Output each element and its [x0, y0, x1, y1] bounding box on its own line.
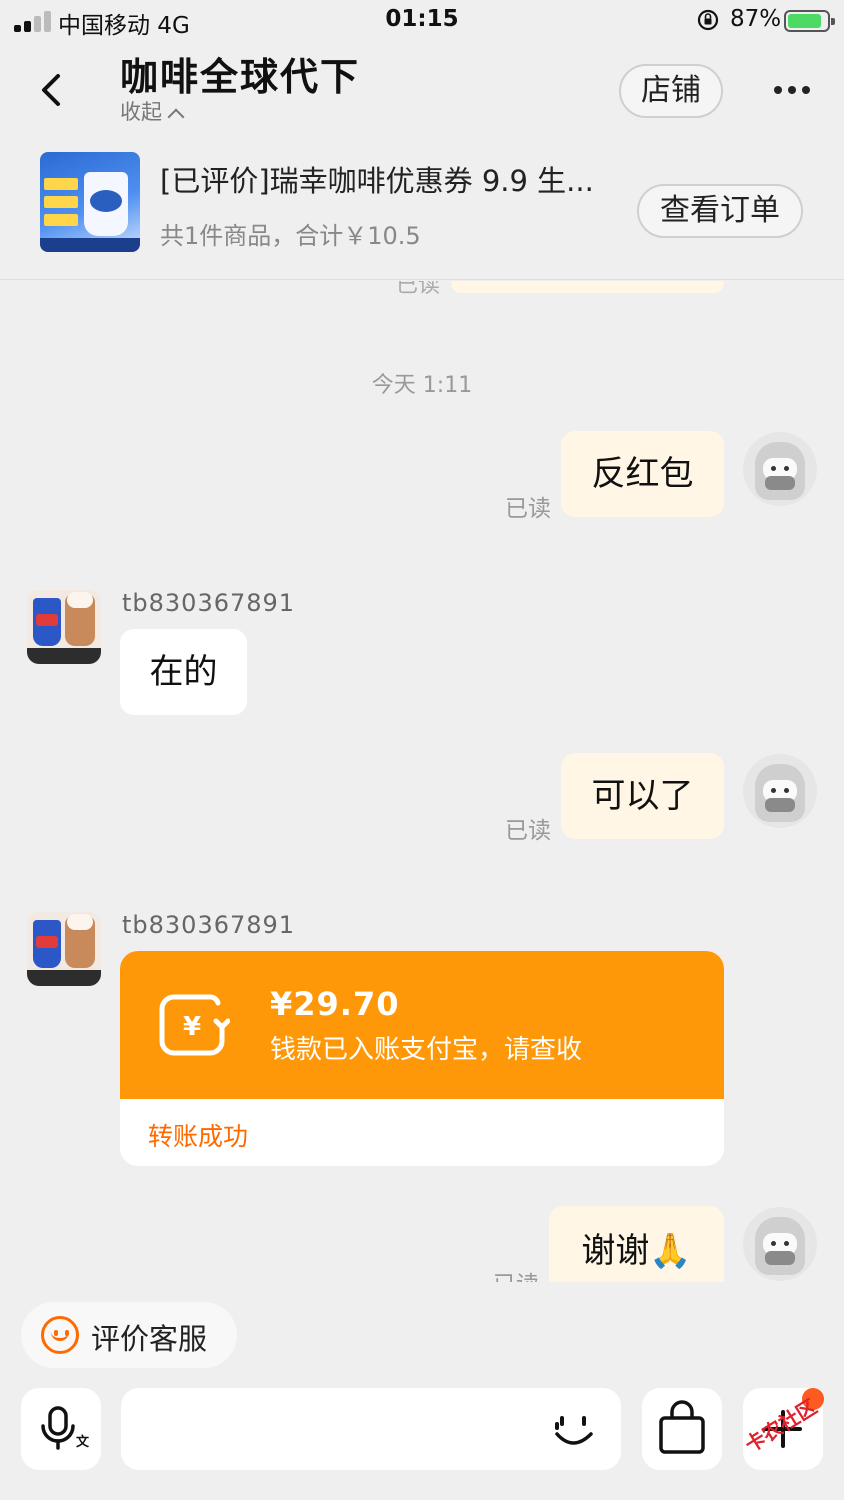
emoji-icon[interactable] — [549, 1406, 599, 1456]
transfer-card-header: ¥ ¥29.70 钱款已入账支付宝，请查收 — [120, 951, 724, 1099]
product-thumbnail — [40, 152, 140, 252]
read-receipt: 已读 — [493, 1265, 539, 1282]
sender-nickname: tb830367891 — [122, 911, 296, 939]
rate-service-label: 评价客服 — [91, 1322, 208, 1356]
product-title: [已评价]瑞幸咖啡优惠券 9.9 生... — [160, 164, 594, 198]
rotation-lock-icon — [697, 9, 719, 31]
shop-avatar[interactable] — [27, 912, 101, 986]
more-options-icon[interactable] — [770, 84, 814, 98]
message-bubble-sent[interactable]: 谢谢🙏 — [549, 1206, 724, 1282]
message-bubble-sent[interactable]: 可以了 — [561, 753, 724, 839]
my-avatar[interactable] — [743, 1207, 817, 1281]
battery-percentage: 87% — [730, 6, 782, 32]
svg-text:文: 文 — [76, 1434, 90, 1450]
read-receipt: 已读 — [505, 818, 551, 844]
collapse-toggle[interactable]: 收起 — [120, 96, 185, 126]
status-bar: 中国移动 4G 01:15 87% — [0, 0, 844, 44]
chevron-up-icon — [167, 108, 185, 126]
read-receipt: 已读 — [396, 281, 441, 298]
microphone-icon: 文 — [41, 1406, 90, 1450]
order-product-bar[interactable]: [已评价]瑞幸咖啡优惠券 9.9 生... 共1件商品，合计￥10.5 查看订单 — [0, 140, 844, 280]
svg-text:¥: ¥ — [183, 1012, 201, 1042]
read-receipt: 已读 — [505, 496, 551, 522]
transfer-description: 钱款已入账支付宝，请查收 — [270, 1035, 583, 1065]
battery-icon — [784, 10, 835, 32]
back-arrow-icon[interactable] — [34, 70, 70, 110]
message-bubble-received[interactable]: 在的 — [120, 629, 247, 715]
rate-service-button[interactable]: 评价客服 — [21, 1302, 237, 1368]
shop-title: 咖啡全球代下 — [120, 55, 361, 99]
transfer-yuan-icon: ¥ — [159, 994, 230, 1056]
my-avatar[interactable] — [743, 432, 817, 506]
shop-button[interactable]: 店铺 — [619, 64, 723, 118]
transfer-amount: ¥29.70 — [270, 985, 400, 1023]
input-toolbar: 文 — [0, 1388, 844, 1472]
voice-input-button[interactable]: 文 — [21, 1388, 101, 1470]
message-timestamp: 今天 1:11 — [371, 373, 473, 398]
collapse-label: 收起 — [120, 100, 162, 124]
message-list[interactable]: 已读 今天 1:11 已读 反红包 tb830367891 在的 已读 可以了 … — [0, 281, 844, 1282]
transfer-card[interactable]: ¥ ¥29.70 钱款已入账支付宝，请查收 转账成功 — [120, 951, 724, 1166]
shopping-bag-button[interactable] — [642, 1388, 722, 1470]
my-avatar[interactable] — [743, 754, 817, 828]
message-input[interactable] — [121, 1388, 621, 1470]
view-order-button[interactable]: 查看订单 — [637, 184, 803, 238]
message-bubble-sent[interactable]: 反红包 — [561, 431, 724, 517]
transfer-status: 转账成功 — [148, 1122, 249, 1151]
chat-header: 咖啡全球代下 收起 店铺 — [0, 44, 844, 140]
message-bubble-partial — [451, 281, 724, 293]
product-summary: 共1件商品，合计￥10.5 — [160, 222, 421, 250]
sender-nickname: tb830367891 — [122, 589, 296, 617]
shopping-bag-icon — [659, 1400, 705, 1454]
shop-avatar[interactable] — [27, 590, 101, 664]
